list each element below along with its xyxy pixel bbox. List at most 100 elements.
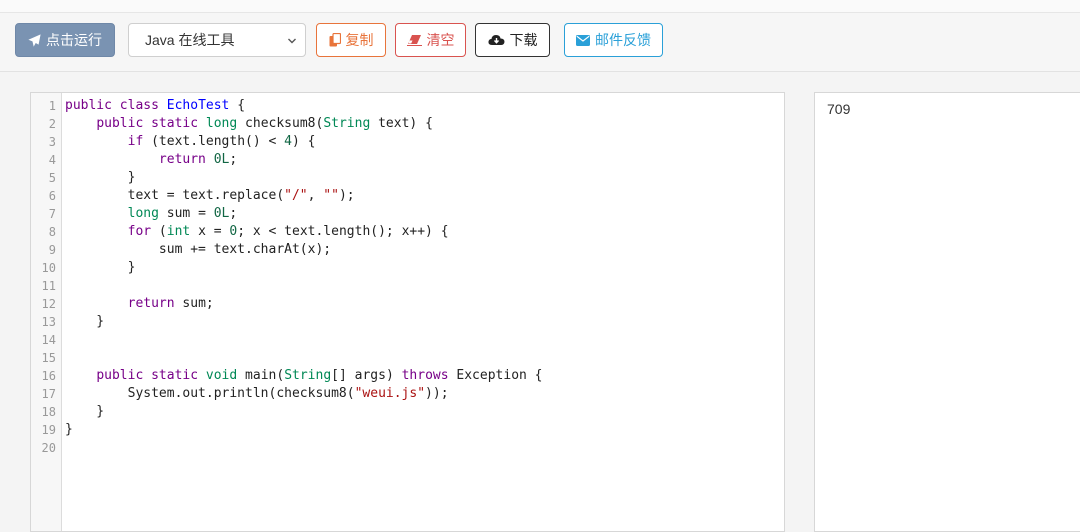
output-text: 709 [827, 101, 851, 117]
line-number: 12 [41, 297, 56, 311]
line-number: 15 [41, 351, 56, 365]
mail-feedback-button[interactable]: 邮件反馈 [564, 23, 663, 57]
line-number: 19 [41, 423, 56, 437]
code-token: x = [190, 224, 230, 239]
line-number: 4 [48, 153, 56, 167]
code-token: } [65, 422, 73, 437]
line-number: 10 [41, 261, 56, 275]
line-number: 11 [41, 279, 56, 293]
code-token: sum += text.charAt(x); [65, 242, 332, 257]
line-number: 14 [41, 333, 56, 347]
code-token: text = text.replace( [65, 188, 285, 203]
code-token: public [96, 116, 144, 131]
output-panel: 709 [814, 92, 1080, 532]
code-token: EchoTest [166, 98, 230, 113]
clear-button[interactable]: 清空 [395, 23, 466, 57]
clear-button-label: 清空 [426, 32, 455, 48]
code-token: ); [338, 188, 355, 203]
envelope-icon [576, 34, 590, 46]
language-select[interactable]: Java 在线工具 [128, 23, 306, 57]
code-line: } [65, 169, 543, 187]
top-strip [0, 0, 1080, 13]
mail-feedback-button-label: 邮件反馈 [595, 32, 651, 48]
line-number: 6 [48, 189, 56, 203]
code-token: ) { [292, 134, 316, 149]
code-token: String [323, 116, 371, 131]
code-token: } [65, 314, 105, 329]
run-button[interactable]: 点击运行 [15, 23, 115, 57]
line-number: 1 [48, 99, 56, 113]
line-number: 16 [41, 369, 56, 383]
code-line: sum += text.charAt(x); [65, 241, 543, 259]
code-token: String [284, 368, 332, 383]
line-number: 9 [48, 243, 56, 257]
code-token: for [127, 224, 152, 239]
code-token: main( [237, 368, 285, 383]
code-token: int [166, 224, 191, 239]
line-number: 13 [41, 315, 56, 329]
toolbar: 点击运行 Java 在线工具 复制 清空 下载 邮件反馈 [0, 13, 1080, 72]
code-token: static [151, 368, 199, 383]
download-button[interactable]: 下载 [475, 23, 550, 57]
code-token: { [229, 98, 246, 113]
code-token: "weui.js" [354, 386, 426, 401]
code-token: checksum8( [237, 116, 324, 131]
download-button-label: 下载 [509, 32, 538, 48]
code-token: "" [323, 188, 339, 203]
code-token: text) { [370, 116, 433, 131]
code-token: public [96, 368, 144, 383]
code-line: return sum; [65, 295, 543, 313]
code-token: public [65, 98, 112, 113]
code-token: )); [425, 386, 449, 401]
code-token: } [65, 260, 136, 275]
code-token: throws [401, 368, 449, 383]
code-token: (text.length() < [143, 134, 285, 149]
line-number: 5 [48, 171, 56, 185]
line-number: 7 [48, 207, 56, 221]
line-number: 2 [48, 117, 56, 131]
code-token: System.out.println(checksum8( [65, 386, 355, 401]
code-token: sum; [174, 296, 214, 311]
copy-button-label: 复制 [345, 32, 374, 48]
code-line: long sum = 0L; [65, 205, 543, 223]
copy-button[interactable]: 复制 [316, 23, 386, 57]
line-number-gutter: 1 2 3 4 5 6 7 8 9 10 11 12 13 14 15 16 17 18 19 20 [31, 93, 62, 531]
code-token: } [65, 170, 136, 185]
chevron-down-icon [288, 38, 296, 44]
code-token: return [158, 152, 206, 167]
code-line: } [65, 421, 543, 439]
run-button-label: 点击运行 [46, 32, 102, 48]
code-editor[interactable]: 1 2 3 4 5 6 7 8 9 10 11 12 13 14 15 16 17 18 19 20 public c… [30, 92, 785, 532]
code-line: System.out.println(checksum8("weui.js"))… [65, 385, 543, 403]
code-line: return 0L; [65, 151, 543, 169]
code-token: ; [229, 206, 238, 221]
code-token: long [127, 206, 159, 221]
code-token: class [119, 98, 159, 113]
code-token: "/" [284, 188, 308, 203]
eraser-icon [406, 35, 422, 46]
code-line: } [65, 313, 543, 331]
code-token: , [307, 188, 324, 203]
code-line: } [65, 259, 543, 277]
code-token: ( [151, 224, 167, 239]
code-area[interactable]: public class EchoTest { public static lo… [65, 97, 543, 457]
line-number: 17 [41, 387, 56, 401]
code-line: } [65, 403, 543, 421]
line-number: 20 [41, 441, 56, 455]
code-token: long [205, 116, 238, 131]
line-number: 18 [41, 405, 56, 419]
code-line: public class EchoTest { [65, 97, 543, 115]
language-select-value: Java 在线工具 [145, 32, 235, 48]
